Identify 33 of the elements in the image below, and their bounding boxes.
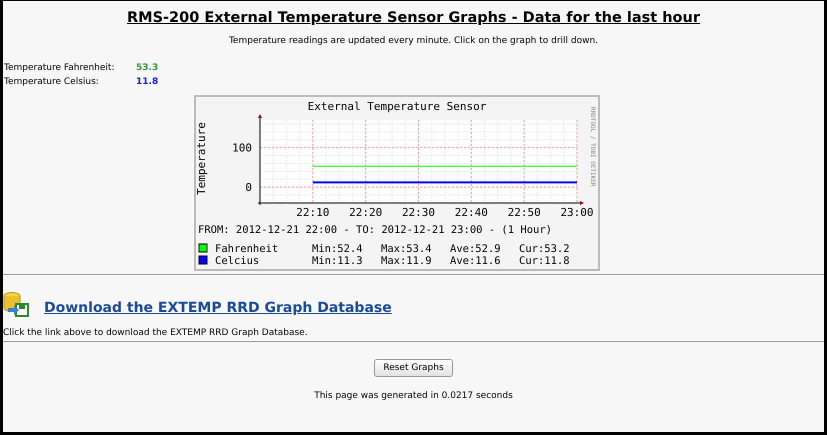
y-tick-label: 0	[244, 181, 252, 194]
legend-max: Max:11.9	[380, 255, 432, 267]
download-link[interactable]: Download the EXTEMP RRD Graph Database	[44, 300, 392, 316]
reading-label: Temperature Fahrenheit:	[4, 63, 116, 73]
reading-value: 53.3	[136, 63, 158, 73]
legend-ave: Ave:52.9	[450, 243, 500, 255]
legend-max: Max:53.4	[380, 243, 432, 255]
x-tick-label: 22:50	[507, 206, 540, 219]
reset-button[interactable]: Reset Graphs	[374, 359, 453, 377]
reading-value: 11.8	[136, 77, 158, 87]
x-tick-label: 22:20	[348, 206, 382, 219]
download-hint: Click the link above to download the EXTEMP RRD Graph Database.	[3, 328, 309, 338]
legend-cur: Cur:11.8	[518, 255, 570, 267]
temperature-graph[interactable]	[194, 95, 600, 271]
graph-title: External Temperature Sensor	[307, 100, 486, 113]
page-title: RMS-200 External Temperature Sensor Graphs - Data for the last hour	[126, 10, 701, 26]
legend-min: Min:11.3	[312, 255, 362, 267]
legend-name: Fahrenheit	[214, 243, 278, 255]
y-tick-label: 100	[232, 142, 252, 155]
legend-min: Min:52.4	[312, 243, 362, 255]
graph-range: FROM: 2012-12-21 22:00 - TO: 2012-12-21 23:00 - (1 Hour)	[198, 224, 552, 236]
x-tick-label: 22:10	[296, 206, 329, 219]
x-tick-label: 22:40	[454, 206, 488, 219]
x-tick-label: 23:00	[560, 206, 594, 219]
x-tick-label: 22:30	[401, 206, 435, 219]
legend-ave: Ave:11.6	[450, 255, 500, 267]
generation-time: This page was generated in 0.0217 seconds	[313, 391, 514, 401]
database-download-icon	[3, 291, 29, 317]
reading-label: Temperature Celsius:	[4, 77, 100, 87]
page-subtitle: Temperature readings are updated every minute. Click on the graph to drill down.	[228, 36, 600, 46]
legend-cur: Cur:53.2	[518, 243, 570, 255]
legend-name: Celcius	[214, 255, 259, 267]
y-axis-label: Temperature	[194, 122, 208, 195]
